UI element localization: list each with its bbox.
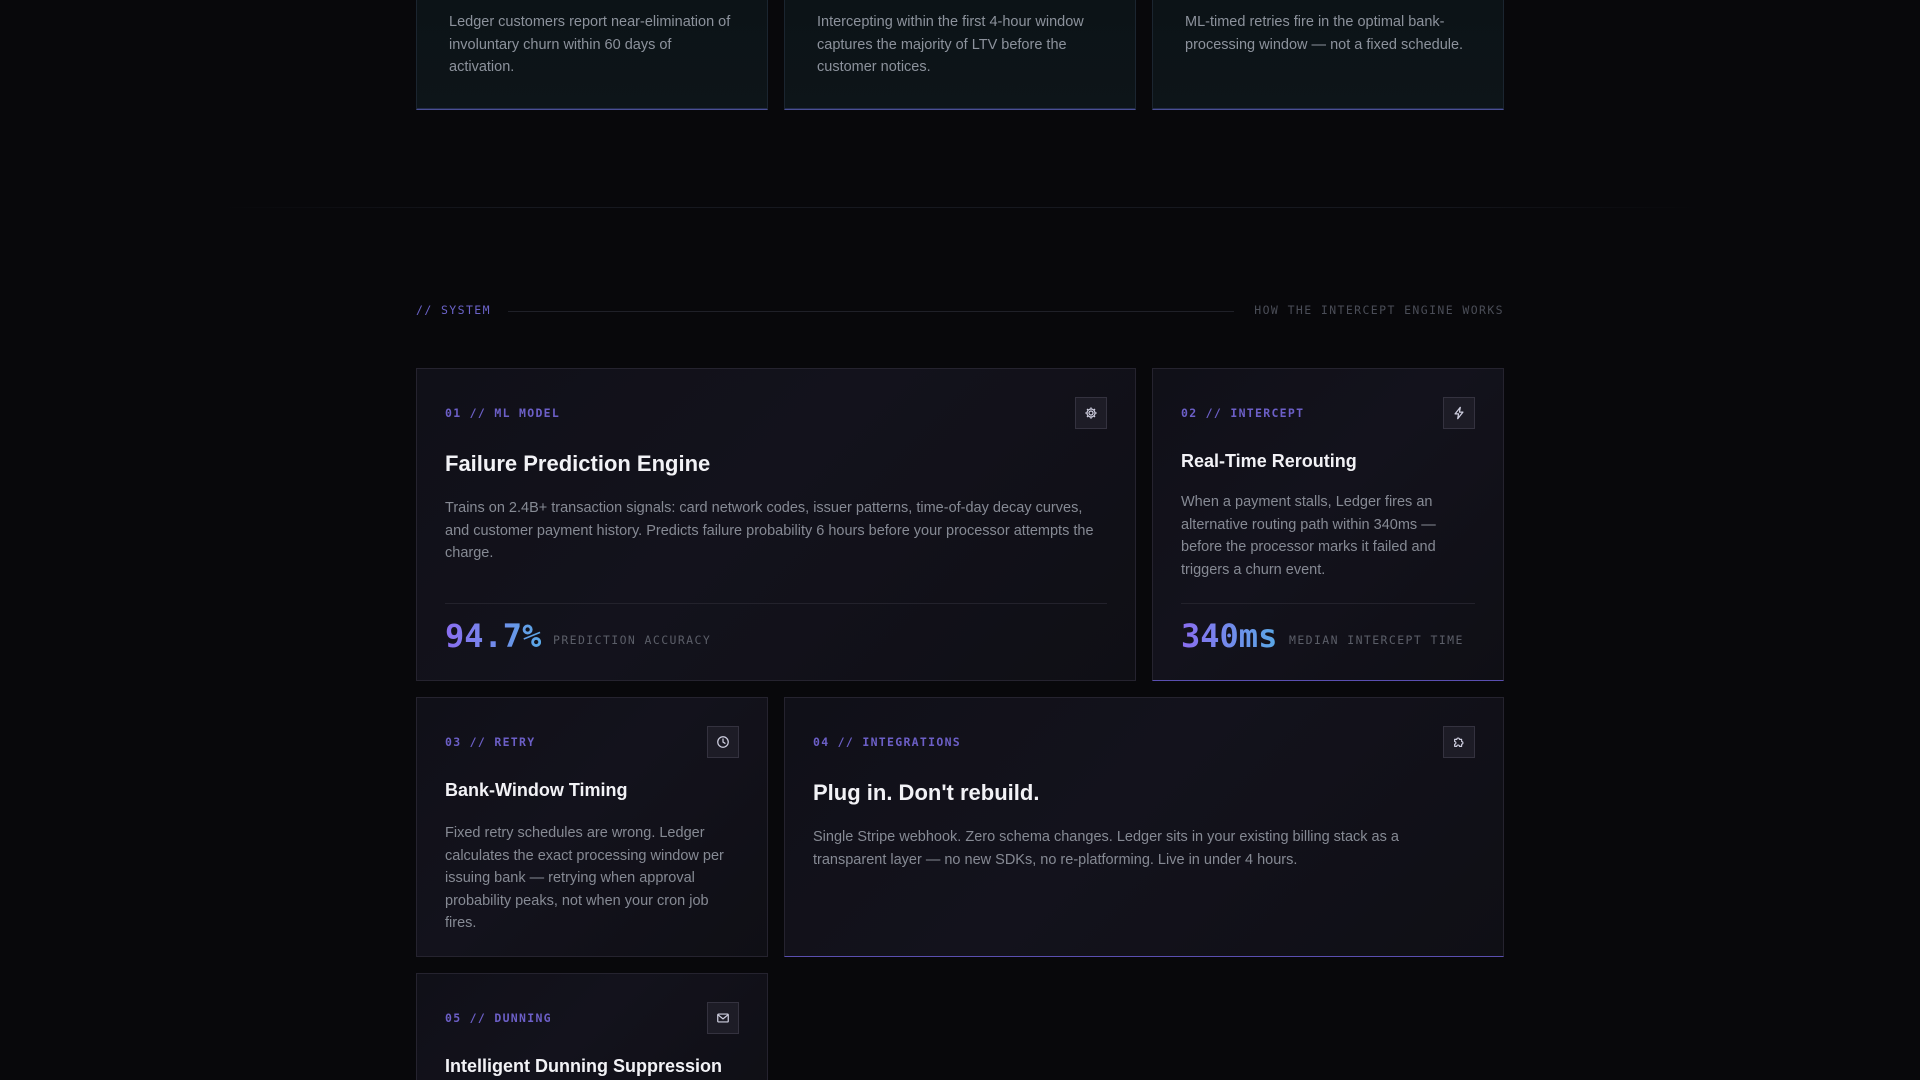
feature-description: Fixed retry schedules are wrong. Ledger … — [445, 825, 724, 931]
stat-card: Ledger customers report near-elimination… — [416, 0, 768, 110]
feature-label: 03 // RETRY — [445, 735, 536, 749]
feature-label: 01 // ML MODEL — [445, 406, 561, 420]
feature-title: Real-Time Rerouting — [1181, 451, 1357, 471]
feature-card-ml-model: 01 // ML MODEL Failure Prediction Engine… — [416, 368, 1136, 681]
feature-description: When a payment stalls, Ledger fires an a… — [1181, 494, 1436, 578]
metric-label: PREDICTION ACCURACY — [553, 633, 712, 647]
metric-value: 94.7% — [445, 617, 542, 655]
stat-card-text: Intercepting within the first 4-hour win… — [817, 14, 1084, 75]
section-header-line — [508, 311, 1234, 312]
feature-label: 05 // DUNNING — [445, 1011, 552, 1025]
stat-card: ML-timed retries fire in the optimal ban… — [1152, 0, 1504, 110]
mail-icon — [707, 1002, 739, 1034]
card-rule — [1181, 603, 1475, 604]
lightning-icon — [1443, 397, 1475, 429]
feature-label: 02 // INTERCEPT — [1181, 406, 1305, 420]
feature-card-integrations: 04 // INTEGRATIONS Plug in. Don't rebuil… — [784, 697, 1504, 957]
puzzle-icon — [1443, 726, 1475, 758]
feature-description: Trains on 2.4B+ transaction signals: car… — [445, 500, 1094, 561]
card-rule — [445, 603, 1107, 604]
feature-label: 04 // INTEGRATIONS — [813, 735, 962, 749]
cog-icon — [1075, 397, 1107, 429]
feature-card-retry: 03 // RETRY Bank-Window Timing Fixed ret… — [416, 697, 768, 957]
metric-label: MEDIAN INTERCEPT TIME — [1289, 633, 1464, 647]
feature-title: Plug in. Don't rebuild. — [813, 780, 1040, 805]
clock-icon — [707, 726, 739, 758]
stat-card-text: Ledger customers report near-elimination… — [449, 14, 731, 75]
feature-card-dunning: 05 // DUNNING Intelligent Dunning Suppre… — [416, 973, 768, 1080]
section-tag: // SYSTEM — [416, 303, 491, 317]
section-header: // SYSTEM HOW THE INTERCEPT ENGINE WORKS — [416, 303, 1504, 319]
feature-title: Bank-Window Timing — [445, 780, 628, 800]
metric-value: 340ms — [1181, 617, 1278, 655]
feature-description: Single Stripe webhook. Zero schema chang… — [813, 829, 1399, 868]
feature-card-intercept: 02 // INTERCEPT Real-Time Rerouting When… — [1152, 368, 1504, 681]
stat-card-text: ML-timed retries fire in the optimal ban… — [1185, 14, 1464, 53]
stat-card: Intercepting within the first 4-hour win… — [784, 0, 1136, 110]
feature-title: Intelligent Dunning Suppression — [445, 1056, 722, 1076]
section-divider — [220, 207, 1700, 208]
feature-title: Failure Prediction Engine — [445, 451, 711, 476]
section-subtitle: HOW THE INTERCEPT ENGINE WORKS — [1254, 303, 1504, 317]
